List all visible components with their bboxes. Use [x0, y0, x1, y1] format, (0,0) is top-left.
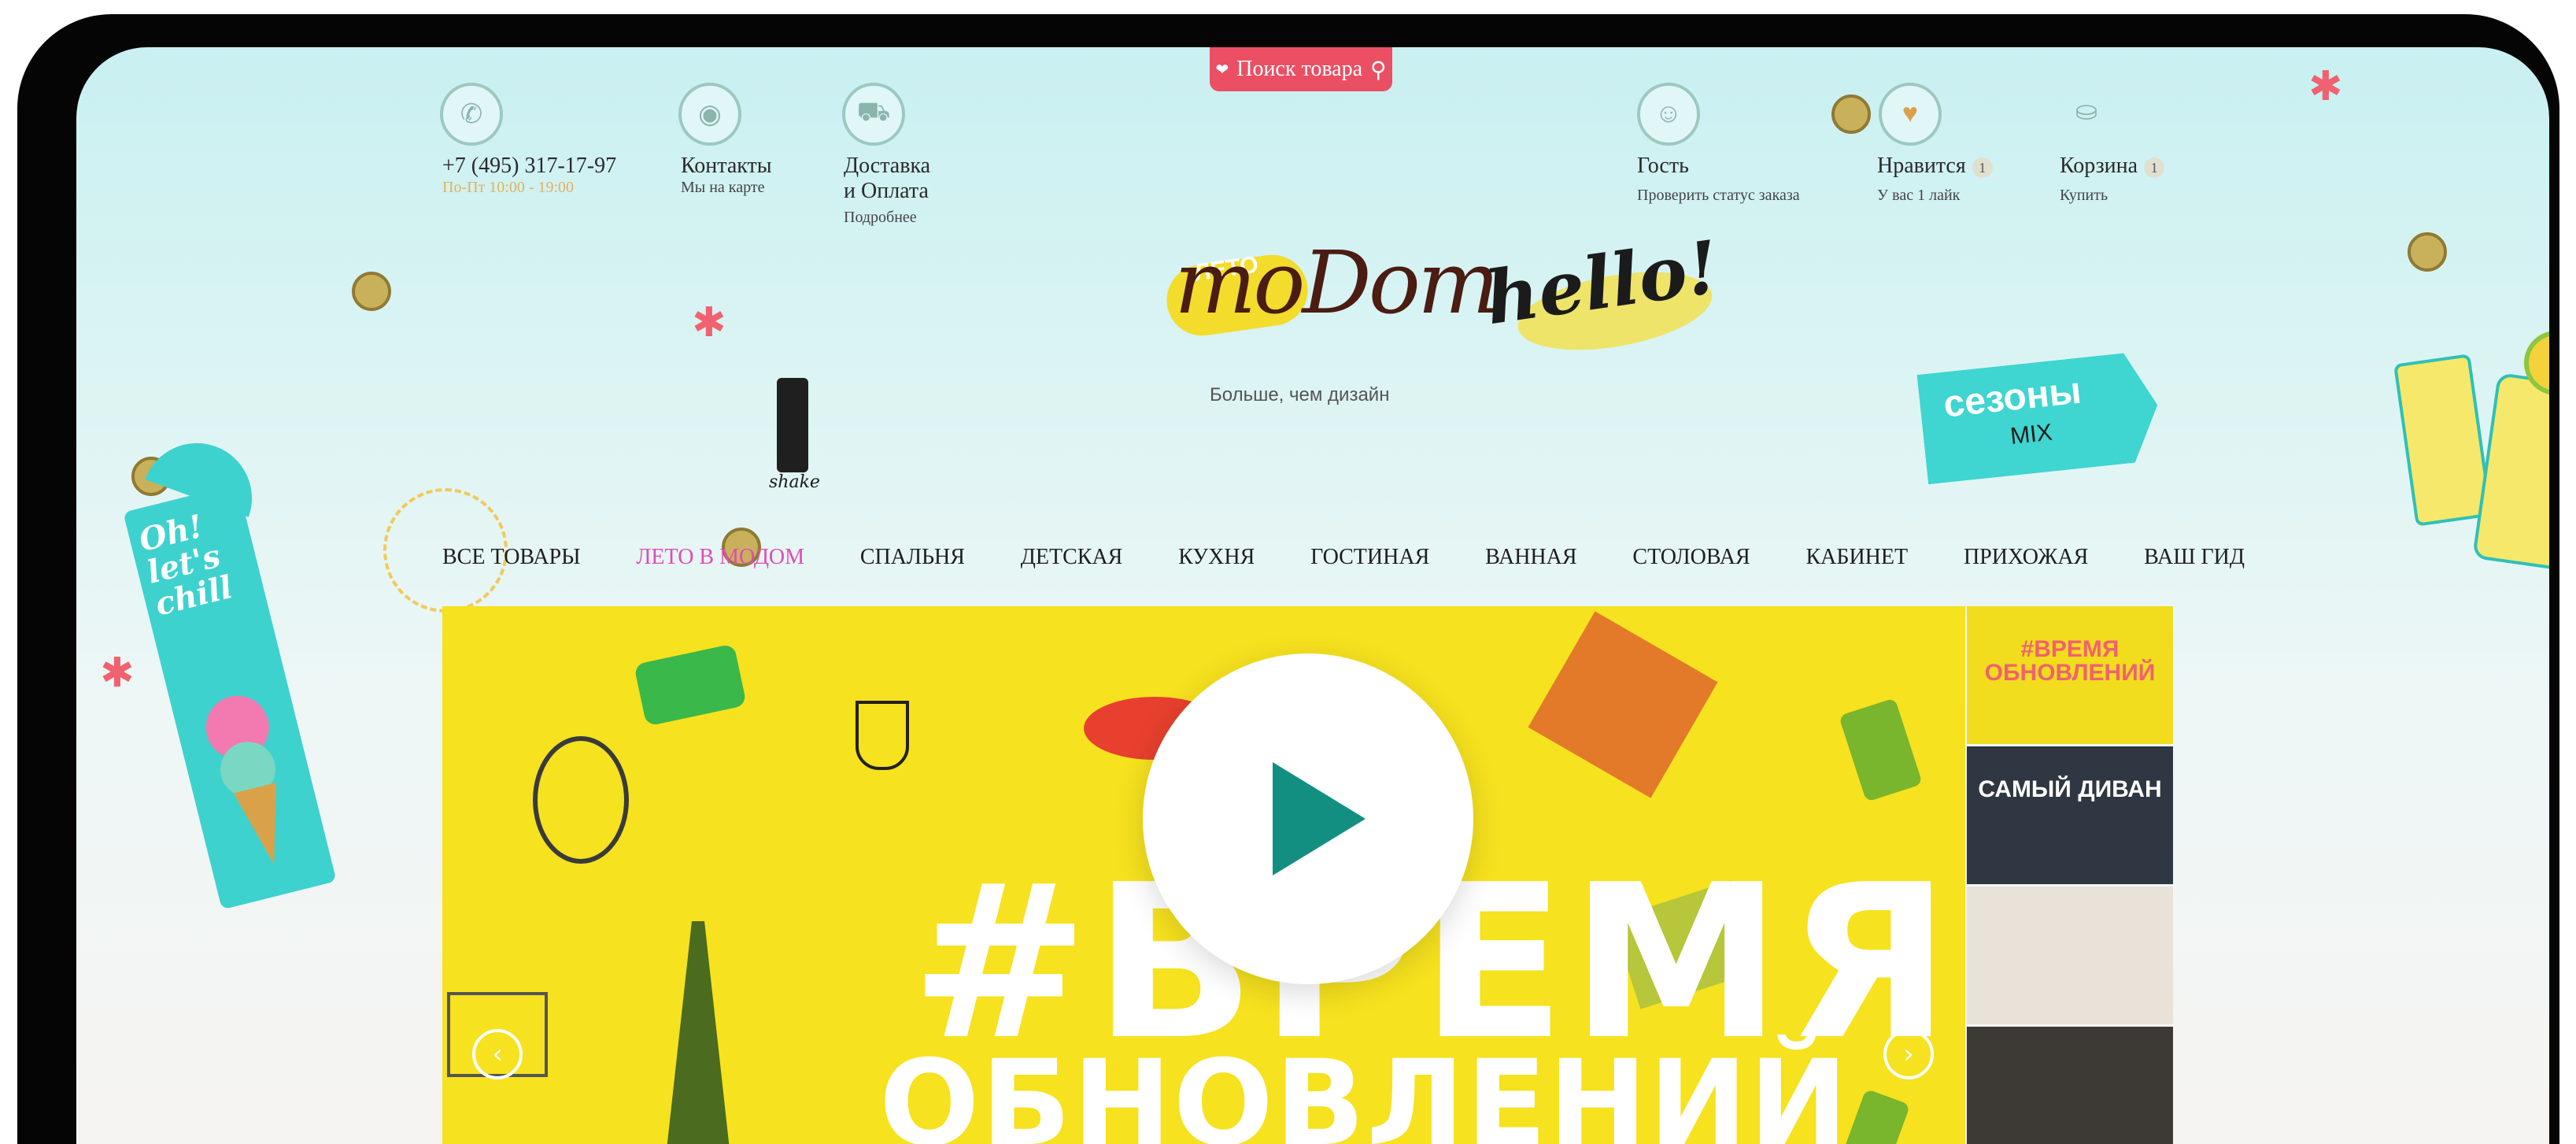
contacts-block[interactable]: Контакты Мы на карте [681, 154, 772, 197]
phone-number[interactable]: +7 (495) 317-17-97 [442, 154, 616, 179]
thumb-caption: САМЫЙ ДИВАН [1978, 776, 2162, 802]
nav-dining[interactable]: СТОЛОВАЯ [1632, 545, 1750, 570]
cart-block[interactable]: Корзина 1 Купить [2060, 154, 2165, 205]
basket-icon[interactable]: ⛀ [2058, 83, 2115, 139]
egg-chair-icon [533, 736, 629, 864]
cart-title[interactable]: Корзина 1 [2060, 154, 2165, 179]
nav-summer[interactable]: ЛЕТО В МОДОМ [636, 545, 804, 570]
shake-label: shake [769, 472, 820, 492]
starfish-icon: ✱ [100, 650, 135, 697]
starfish-icon: ✱ [2308, 63, 2343, 110]
lemonade-jug-icon [2472, 372, 2549, 572]
heart-icon[interactable]: ♥ [1879, 83, 1942, 146]
nav-bathroom[interactable]: ВАННАЯ [1485, 545, 1576, 570]
delivery-title-1[interactable]: Доставка [844, 154, 930, 179]
delivery-sub[interactable]: Подробнее [844, 209, 930, 227]
likes-sub[interactable]: У вас 1 лайк [1877, 187, 1993, 205]
cart-count-badge: 1 [2144, 157, 2165, 178]
phone-icon[interactable]: ✆ [440, 83, 503, 146]
chevron-down-icon: ❤ [1215, 60, 1229, 79]
cart-sub[interactable]: Купить [2060, 187, 2164, 205]
chill-text: Oh! let's chill [135, 507, 236, 624]
slider-thumb-2[interactable]: САМЫЙ ДИВАН [1967, 746, 2173, 884]
slider-thumb-1[interactable]: #ВРЕМЯ ОБНОВЛЕНИЙ [1967, 606, 2173, 744]
thumb-caption: #ВРЕМЯ ОБНОВЛЕНИЙ [1984, 636, 2156, 686]
search-icon: ⚲ [1370, 56, 1387, 83]
likes-block[interactable]: Нравится 1 У вас 1 лайк [1877, 154, 1993, 205]
likes-label: Нравится [1877, 154, 1966, 178]
video-play-button[interactable] [1143, 653, 1473, 984]
nav-guide[interactable]: ВАШ ГИД [2144, 545, 2245, 570]
chill-sticker: Oh! let's chill [123, 483, 337, 910]
nav-bedroom[interactable]: СПАЛЬНЯ [860, 545, 965, 570]
logo-tagline: Больше, чем дизайн [1210, 384, 1390, 405]
hero-title-line-2: ОБНОВЛЕНИЙ [879, 1035, 1850, 1144]
cookie-icon [352, 272, 391, 311]
guest-title[interactable]: Гость [1637, 154, 1800, 179]
order-status-link[interactable]: Проверить статус заказа [1637, 187, 1800, 205]
browser-screen: ❤ Поиск товара ⚲ ✆ +7 (495) 317-17-97 По… [76, 47, 2549, 1144]
search-button[interactable]: ❤ Поиск товара ⚲ [1210, 47, 1392, 91]
cart-label: Корзина [2060, 154, 2138, 178]
nav-all-products[interactable]: ВСЕ ТОВАРЫ [442, 545, 581, 570]
nav-living-room[interactable]: ГОСТИНАЯ [1310, 545, 1429, 570]
nav-kitchen[interactable]: КУХНЯ [1178, 545, 1255, 570]
nav-office[interactable]: КАБИНЕТ [1805, 545, 1908, 570]
seasons-mix-banner[interactable]: сезоны MIX [1917, 350, 2164, 485]
jar-icon [1839, 698, 1923, 802]
likes-title[interactable]: Нравится 1 [1877, 154, 1993, 179]
likes-count-badge: 1 [1972, 157, 1993, 178]
toaster-icon [634, 643, 747, 727]
lemonade-glass-icon [2393, 354, 2493, 527]
phone-block[interactable]: +7 (495) 317-17-97 По-Пт 10:00 - 19:00 [442, 154, 616, 197]
starfish-icon: ✱ [692, 299, 726, 346]
slider-thumb-4[interactable] [1967, 1027, 2173, 1144]
shaker-icon: shake [769, 378, 820, 512]
user-icon[interactable]: ☺ [1637, 83, 1700, 146]
ice-cream-cone [233, 782, 296, 870]
slider-thumb-3[interactable] [1967, 887, 2173, 1024]
main-nav: ВСЕ ТОВАРЫ ЛЕТО В МОДОМ СПАЛЬНЯ ДЕТСКАЯ … [442, 545, 2245, 570]
play-icon [1273, 762, 1366, 876]
guest-block[interactable]: Гость Проверить статус заказа [1637, 154, 1800, 205]
delivery-title-2[interactable]: и Оплата [844, 179, 930, 204]
nav-kids[interactable]: ДЕТСКАЯ [1021, 545, 1123, 570]
search-label: Поиск товара [1236, 57, 1363, 81]
truck-icon[interactable]: ⛟ [842, 83, 905, 146]
map-pin-icon[interactable]: ◉ [678, 83, 741, 146]
cookie-icon [1831, 94, 1871, 134]
slider-prev-button[interactable]: ‹ [472, 1029, 523, 1079]
nav-hallway[interactable]: ПРИХОЖАЯ [1964, 545, 2088, 570]
bottle-icon [1839, 1088, 1911, 1144]
contacts-title[interactable]: Контакты [681, 154, 772, 179]
contacts-sub[interactable]: Мы на карте [681, 179, 772, 197]
mix-label: MIX [2009, 419, 2054, 450]
wine-glass-icon [856, 701, 909, 770]
seasons-label: сезоны [1941, 369, 2083, 426]
kitchen-tool-stand-icon [667, 921, 730, 1144]
device-frame: ❤ Поиск товара ⚲ ✆ +7 (495) 317-17-97 По… [17, 14, 2559, 1144]
phone-hours: По-Пт 10:00 - 19:00 [442, 179, 575, 196]
delivery-block[interactable]: Доставка и Оплата Подробнее [844, 154, 930, 227]
site-logo[interactable]: moDom [1174, 232, 1499, 333]
cookie-icon [2408, 232, 2447, 272]
pillow-icon [1528, 611, 1718, 798]
